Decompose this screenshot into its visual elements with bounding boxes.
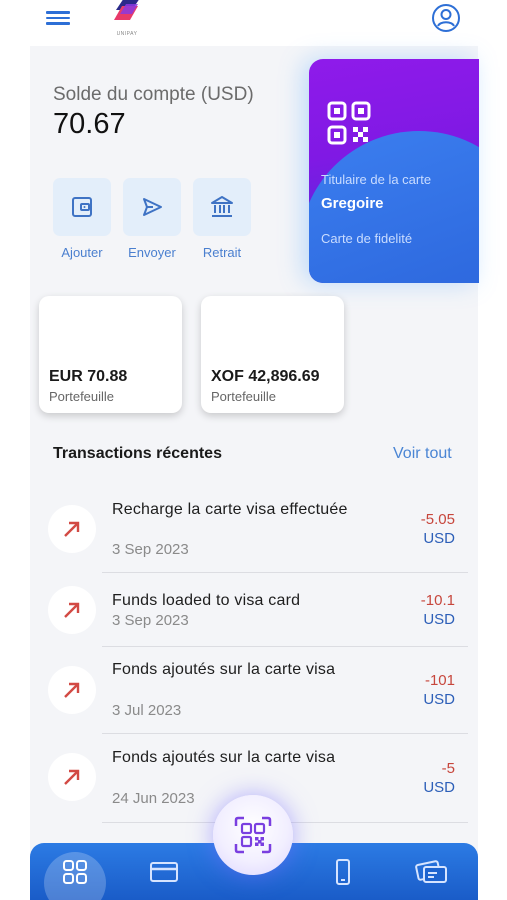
- withdraw-tile: [193, 178, 251, 236]
- withdraw-label: Retrait: [202, 245, 242, 260]
- arrow-up-right-icon: [64, 682, 80, 698]
- nav-cards[interactable]: [134, 843, 194, 900]
- transaction-title: Recharge la carte visa effectuée: [112, 501, 348, 518]
- top-bar: UNIPAY: [0, 0, 507, 46]
- wallet-label: Portefeuille: [211, 389, 277, 404]
- add-funds-button[interactable]: Ajouter: [52, 178, 112, 268]
- nav-mobile[interactable]: [313, 843, 373, 900]
- transaction-currency: USD: [423, 530, 455, 547]
- transaction-title: Funds loaded to visa card: [112, 592, 301, 609]
- transaction-row[interactable]: Funds loaded to visa card 3 Sep 2023 -10…: [45, 578, 470, 644]
- app-logo: UNIPAY: [108, 0, 146, 42]
- transaction-row[interactable]: Recharge la carte visa effectuée 3 Sep 2…: [45, 495, 470, 573]
- send-button[interactable]: Envoyer: [122, 178, 182, 268]
- transaction-title: Fonds ajoutés sur la carte visa: [112, 661, 336, 678]
- wallet-amount: XOF 42,896.69: [211, 368, 320, 385]
- arrow-up-right-icon: [64, 602, 80, 618]
- arrow-up-right-icon: [64, 521, 80, 537]
- nav-dashboard[interactable]: [44, 843, 106, 900]
- card-holder-name: Gregoire: [321, 195, 384, 212]
- bank-icon: [211, 196, 233, 217]
- transaction-icon: [48, 505, 96, 553]
- cards-stack-icon: [415, 859, 447, 883]
- logo-text: UNIPAY: [116, 31, 138, 37]
- transaction-amount: -10.1: [420, 592, 455, 609]
- transaction-row[interactable]: Fonds ajoutés sur la carte visa 3 Jul 20…: [45, 652, 470, 732]
- transaction-currency: USD: [423, 691, 455, 708]
- dashboard-icon: [63, 859, 87, 884]
- send-icon: [143, 198, 162, 216]
- nav-loyalty-cards[interactable]: [402, 843, 462, 900]
- wallet-label: Portefeuille: [49, 389, 115, 404]
- qr-code-icon: [327, 101, 371, 145]
- menu-button[interactable]: [46, 8, 70, 28]
- card-type: Carte de fidelité: [321, 231, 413, 246]
- card-holder-label: Titulaire de la carte: [321, 172, 432, 187]
- profile-button[interactable]: [431, 3, 461, 33]
- transaction-amount: -5: [441, 760, 455, 777]
- transaction-icon: [48, 586, 96, 634]
- balance-value: 70.67: [53, 108, 126, 140]
- hamburger-line: [46, 22, 70, 25]
- hamburger-line: [46, 16, 70, 19]
- wallet-amount: EUR 70.88: [49, 368, 128, 385]
- transaction-currency: USD: [423, 779, 455, 796]
- add-funds-tile: [53, 178, 111, 236]
- transaction-title: Fonds ajoutés sur la carte visa: [112, 749, 336, 766]
- wallet-icon: [72, 197, 92, 217]
- transaction-amount: -5.05: [420, 511, 455, 528]
- divider: [102, 646, 468, 647]
- transaction-icon: [48, 753, 96, 801]
- card-icon: [150, 861, 178, 882]
- transaction-icon: [48, 666, 96, 714]
- logo-mark-icon: [114, 0, 139, 20]
- arrow-up-right-icon: [64, 769, 80, 785]
- scan-qr-button[interactable]: [213, 795, 293, 875]
- phone-icon: [336, 858, 350, 885]
- loyalty-card[interactable]: Titulaire de la carte Gregoire Carte de …: [309, 59, 479, 283]
- qr-scan-icon: [234, 816, 272, 854]
- see-all-link[interactable]: Voir tout: [393, 445, 452, 463]
- recent-transactions-title: Transactions récentes: [53, 445, 222, 462]
- user-profile-icon: [432, 4, 460, 32]
- send-label: Envoyer: [128, 245, 176, 260]
- transaction-date: 3 Sep 2023: [112, 541, 189, 558]
- transaction-currency: USD: [423, 611, 455, 628]
- transaction-date: 24 Jun 2023: [112, 790, 195, 807]
- divider: [102, 572, 468, 573]
- hamburger-line: [46, 11, 70, 14]
- balance-label: Solde du compte (USD): [53, 84, 254, 105]
- send-tile: [123, 178, 181, 236]
- divider: [102, 733, 468, 734]
- withdraw-button[interactable]: Retrait: [192, 178, 252, 268]
- wallet-card-eur[interactable]: EUR 70.88 Portefeuille: [39, 296, 182, 413]
- add-funds-label: Ajouter: [61, 245, 103, 260]
- transaction-date: 3 Sep 2023: [112, 612, 189, 629]
- transaction-amount: -101: [424, 672, 455, 689]
- wallet-card-xof[interactable]: XOF 42,896.69 Portefeuille: [201, 296, 344, 413]
- transaction-date: 3 Jul 2023: [112, 702, 182, 719]
